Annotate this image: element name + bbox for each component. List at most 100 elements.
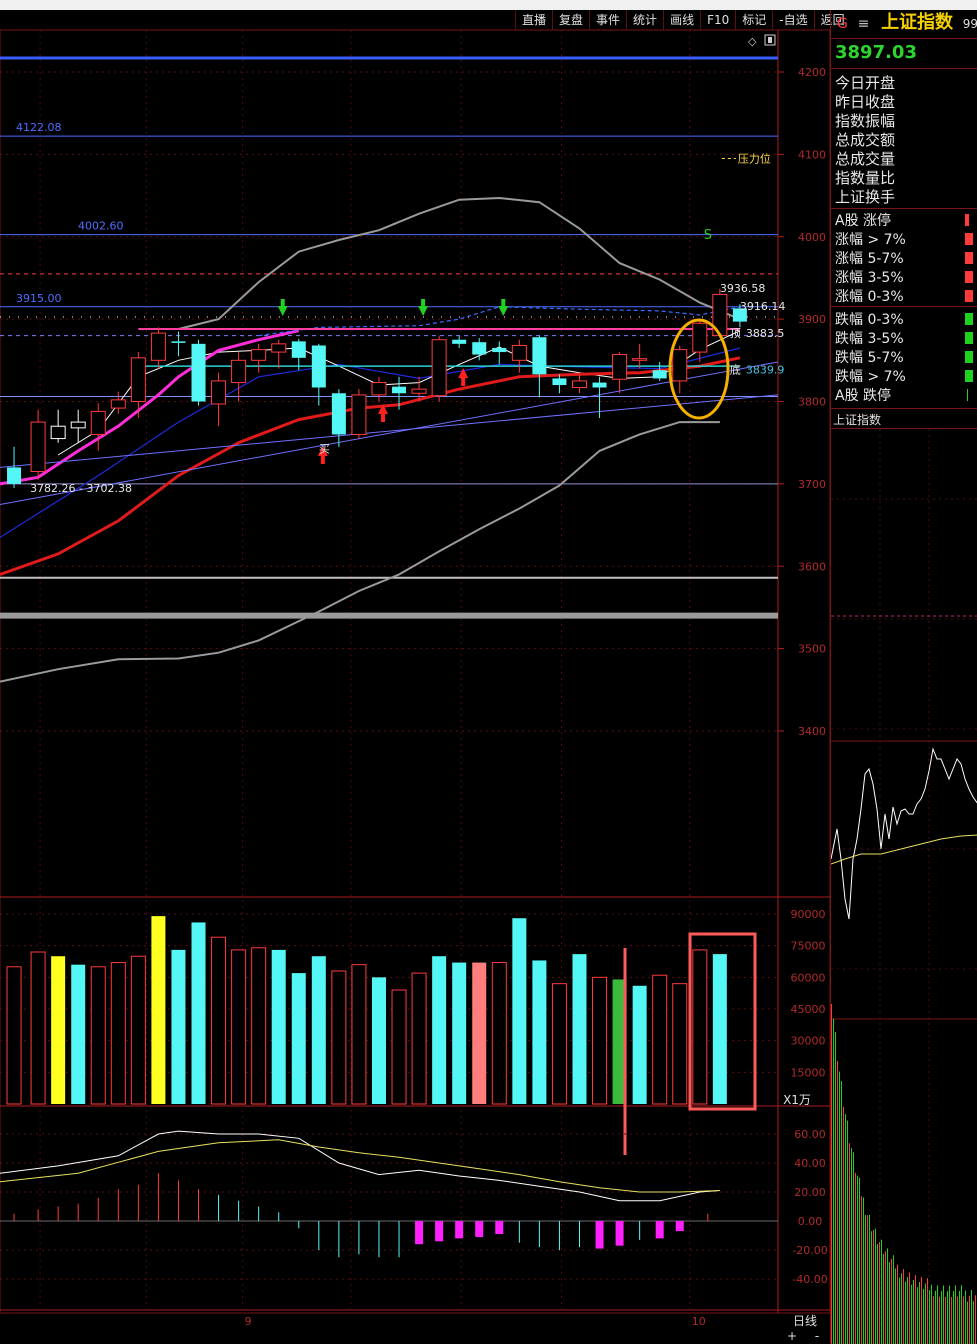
volume-bar xyxy=(491,962,507,1105)
indicator-line-boll-upper xyxy=(178,196,741,330)
sell-arrow-stem xyxy=(280,299,285,307)
candle-body xyxy=(150,332,166,361)
date-tick-label: 10 xyxy=(692,1315,706,1328)
candle-body xyxy=(532,337,547,375)
volume-bar xyxy=(391,989,407,1105)
price-tick-label: 3500 xyxy=(798,643,826,656)
breadth-row: 涨幅 > 7% xyxy=(835,232,906,248)
indicator-line-red xyxy=(0,356,741,576)
price-tick-label: 3900 xyxy=(798,313,826,326)
candle-body xyxy=(571,380,587,388)
candle-body xyxy=(90,410,106,435)
macd-tick-label: 40.00 xyxy=(794,1157,826,1170)
volume-tick-label: 75000 xyxy=(791,940,826,953)
volume-bar xyxy=(51,956,66,1104)
sell-arrow-icon xyxy=(418,306,429,316)
candle-body xyxy=(331,393,346,435)
quote-fields: 今日开盘 昨日收盘 指数振幅 总成交额 总成交量 指数量比 上证换手 xyxy=(835,74,895,207)
indicator-line-boll-lower xyxy=(0,421,720,683)
field-amplitude: 指数振幅 xyxy=(835,112,896,130)
breadth-bar xyxy=(967,389,968,401)
flag-badge: G xyxy=(837,16,848,32)
macd-tick-label: -20.00 xyxy=(792,1244,827,1257)
candle-body xyxy=(592,382,607,388)
candle-body xyxy=(351,394,367,435)
chart-annotation: 3936.58 xyxy=(720,282,766,295)
sell-arrow-icon xyxy=(277,306,288,316)
chart-annotation: S xyxy=(704,228,712,243)
window-top-strip xyxy=(0,0,977,10)
diamond-icon[interactable]: ◇ xyxy=(748,35,757,48)
candle-body xyxy=(251,349,267,361)
volume-bar xyxy=(652,974,668,1105)
period-label[interactable]: 日线 xyxy=(793,1314,817,1328)
candle-body xyxy=(492,347,507,353)
volume-bar xyxy=(191,922,206,1104)
candle-body xyxy=(311,345,326,388)
volume-bar xyxy=(71,964,86,1104)
intraday-mini-chart xyxy=(831,429,977,1344)
price-tick-label: 3400 xyxy=(798,725,826,738)
chart-annotation: 3883.5 xyxy=(746,327,785,340)
zoom-out-icon[interactable]: - xyxy=(815,1329,819,1343)
candle-body xyxy=(130,357,146,402)
quote-header: G ≡ 上证指数 9999 xyxy=(837,12,977,35)
volume-bar xyxy=(432,956,447,1104)
volume-bar xyxy=(331,970,347,1105)
chart-annotation: 顶 xyxy=(730,327,741,340)
volume-tick-label: 30000 xyxy=(791,1035,826,1048)
breadth-row: 跌幅 3-5% xyxy=(835,331,904,347)
volume-bar xyxy=(411,972,427,1105)
breadth-row: A股 跌停 xyxy=(835,388,892,404)
volume-tick-label: 15000 xyxy=(791,1066,826,1079)
chart-annotation: 3839.9 xyxy=(746,363,785,376)
volume-bar xyxy=(251,947,267,1105)
mini-bg xyxy=(831,429,977,1344)
macd-tick-label: -40.00 xyxy=(792,1273,827,1286)
kline-pane: 4122.08 4002.60 3915.00 3936.58 3916.14 3883.… xyxy=(0,30,785,1310)
price-tick-label: 4100 xyxy=(798,148,826,161)
volume-bar xyxy=(171,949,186,1104)
chart-border xyxy=(0,29,830,1314)
field-volume: 总成交量 xyxy=(835,150,896,168)
buy-arrow-stem xyxy=(380,414,385,422)
menu-icon[interactable]: ≡ xyxy=(858,16,870,32)
sell-arrow-stem xyxy=(421,299,426,307)
volume-bar xyxy=(692,949,708,1105)
indicator-line-dash-blue xyxy=(258,306,741,337)
macd-hist-bar xyxy=(435,1221,444,1242)
candle-body xyxy=(411,388,427,394)
candle-body xyxy=(171,341,186,343)
volume-bar xyxy=(211,936,227,1105)
volume-bar xyxy=(151,916,166,1104)
price-tick-label: 3600 xyxy=(798,560,826,573)
candle-body xyxy=(191,343,206,402)
macd-hist-bar xyxy=(495,1221,504,1235)
price-tick-label: 3700 xyxy=(798,478,826,491)
chart-annotation: 买 xyxy=(319,442,330,455)
macd-hist-bar xyxy=(595,1221,604,1249)
macd-pane xyxy=(0,1130,778,1280)
candle-body xyxy=(50,425,66,440)
breadth-row: 涨幅 5-7% xyxy=(835,251,904,267)
zoom-in-icon[interactable]: + xyxy=(787,1329,797,1343)
macd-tick-label: 0.00 xyxy=(798,1215,823,1228)
volume-tick-label: 90000 xyxy=(791,908,826,921)
field-prev-close: 昨日收盘 xyxy=(835,93,896,111)
breadth-bar xyxy=(965,271,973,283)
macd-hist-bar xyxy=(675,1221,684,1232)
candle-body xyxy=(211,380,227,405)
macd-dif-line xyxy=(0,1130,720,1202)
candle-body xyxy=(452,339,467,344)
volume-bar xyxy=(130,955,146,1105)
quote-panel: G ≡ 上证指数 9999 3897.03 今日开盘 昨日收盘 指数振幅 总成交… xyxy=(830,10,977,1344)
macd-tick-label: 60.00 xyxy=(794,1128,826,1141)
macd-hist-bar xyxy=(615,1221,624,1246)
level-label: 4002.60 xyxy=(78,220,124,233)
breadth-bar xyxy=(965,290,973,302)
volume-bar xyxy=(572,954,587,1104)
breadth-row: A股 涨停 xyxy=(835,213,892,229)
chart-annotation: 3782.26 - 3702.38 xyxy=(30,482,132,495)
stock-chart[interactable]: 4122.08 4002.60 3915.00 3936.58 3916.14 3883.… xyxy=(0,10,830,1343)
candle-body xyxy=(472,342,487,355)
